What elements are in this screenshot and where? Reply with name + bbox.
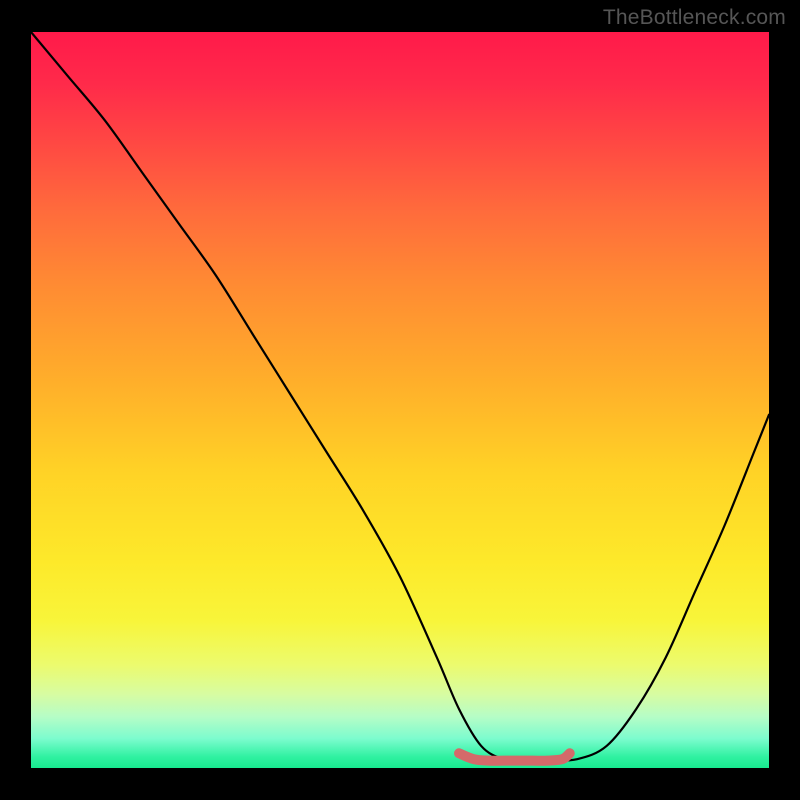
bottleneck-curve bbox=[31, 32, 769, 761]
chart-plot-area bbox=[31, 32, 769, 768]
watermark-text: TheBottleneck.com bbox=[603, 6, 786, 30]
minimum-marker bbox=[459, 753, 570, 760]
chart-frame: TheBottleneck.com bbox=[0, 0, 800, 800]
chart-svg bbox=[31, 32, 769, 768]
